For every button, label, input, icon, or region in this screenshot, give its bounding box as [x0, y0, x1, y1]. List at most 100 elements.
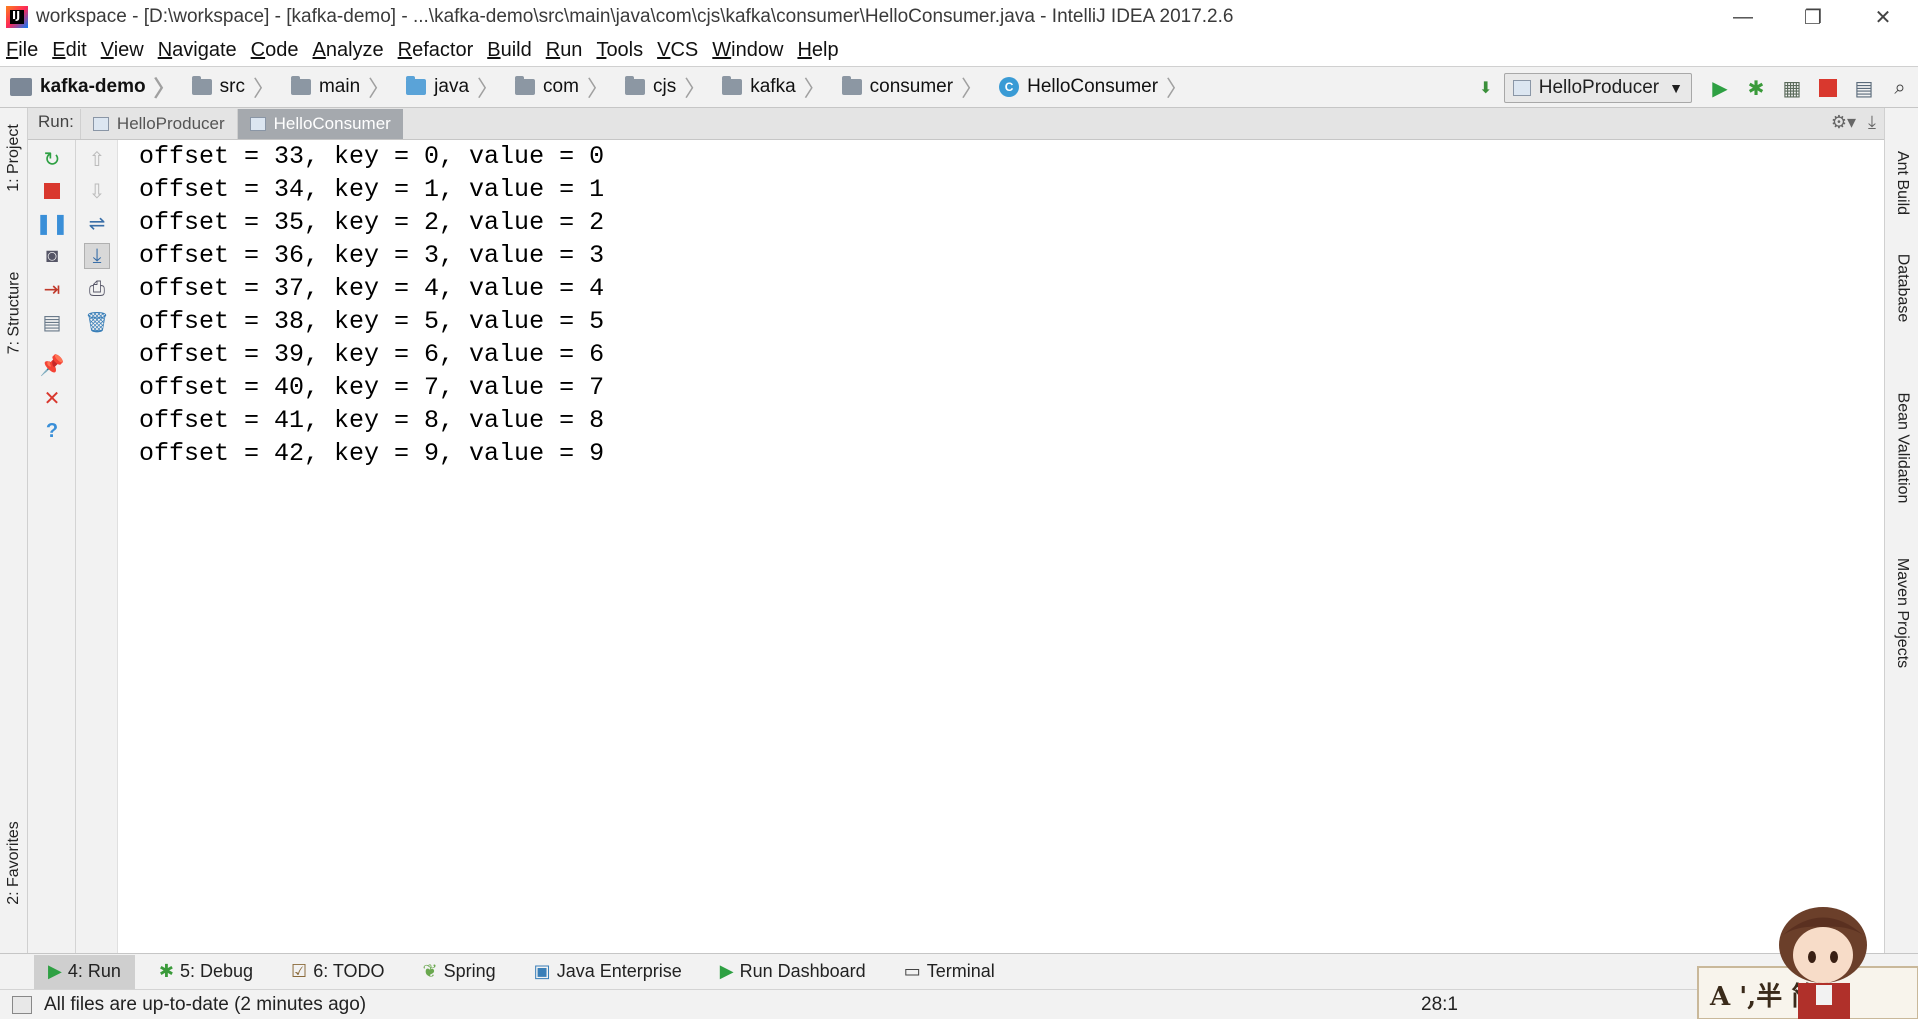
breadcrumb-project[interactable]: kafka-demo 〉 [0, 66, 182, 108]
chevron-right-icon: 〉 [252, 76, 275, 101]
window-controls: — ❐ ✕ [1708, 0, 1918, 34]
menu-analyze[interactable]: Analyze [312, 39, 383, 62]
clear-all-icon[interactable]: 🗑 [84, 309, 110, 335]
menu-refactor[interactable]: Refactor [398, 39, 474, 62]
menu-run[interactable]: Run [546, 39, 583, 62]
close-icon[interactable]: ✕ [39, 385, 65, 411]
breadcrumb-cjs[interactable]: cjs 〉 [615, 66, 712, 108]
run-configuration-select[interactable]: HelloProducer ▼ [1503, 73, 1692, 103]
tab-run[interactable]: ▶ 4: Run [34, 954, 135, 989]
layout-icon[interactable]: ▤ [39, 309, 65, 335]
spring-icon: ❦ [422, 961, 438, 981]
minimize-button[interactable]: — [1708, 0, 1778, 34]
breadcrumb-com[interactable]: com 〉 [505, 66, 615, 108]
chevron-right-icon: 〉 [1166, 76, 1189, 101]
menu-help[interactable]: Help [797, 39, 838, 62]
bean-validation-tool-window-tab[interactable]: Bean Validation [1885, 378, 1918, 518]
run-panel-actions: ⚙▾ ⤓ [1819, 112, 1876, 133]
console-line: offset = 42, key = 9, value = 9 [139, 439, 605, 468]
chevron-right-icon: 〉 [586, 76, 609, 101]
menu-vcs[interactable]: VCS [657, 39, 698, 62]
title-bar: IJ workspace - [D:\workspace] - [kafka-d… [0, 0, 1918, 34]
stop-icon[interactable] [39, 178, 65, 204]
console-output[interactable]: offset = 33, key = 0, value = 0 offset =… [118, 140, 1884, 953]
print-icon[interactable]: ⎙ [84, 276, 110, 302]
breadcrumb-consumer[interactable]: consumer 〉 [832, 66, 989, 108]
breadcrumb-main[interactable]: main 〉 [281, 66, 396, 108]
menu-tools[interactable]: Tools [596, 39, 643, 62]
tab-java-enterprise[interactable]: ▣ Java Enterprise [520, 955, 696, 989]
tab-spring[interactable]: ❦ Spring [409, 955, 510, 989]
chevron-right-icon: 〉 [803, 76, 826, 101]
folder-icon [290, 76, 311, 95]
chevron-right-icon: 〉 [153, 76, 176, 101]
help-icon[interactable]: ? [39, 418, 65, 444]
menu-code[interactable]: Code [251, 39, 299, 62]
pin-icon[interactable]: 📌 [39, 352, 65, 378]
mascot-watermark-image: A ',半 简 [1697, 907, 1918, 1019]
dump-threads-icon[interactable]: ◙ [39, 243, 65, 269]
project-structure-icon[interactable]: ▤ [1848, 72, 1880, 104]
chevron-right-icon: 〉 [961, 76, 984, 101]
tab-terminal[interactable]: ▭ Terminal [890, 955, 1009, 989]
caret-position[interactable]: 28:1 [1421, 994, 1458, 1016]
maven-projects-tool-window-tab[interactable]: Maven Projects [1885, 548, 1918, 678]
run-tab-helloproducer[interactable]: HelloProducer [79, 109, 237, 139]
restore-button[interactable]: ❐ [1778, 0, 1848, 34]
run-panel-label: Run: [38, 112, 74, 131]
make-project-icon[interactable]: ⬇ [1470, 72, 1502, 104]
project-tool-window-tab[interactable]: 1: Project [0, 118, 28, 198]
arrow-down-icon[interactable]: ⇩ [84, 178, 110, 204]
console-actions-toolbar: ⇧ ⇩ ⇌ ⤓ ⎙ 🗑 [76, 140, 118, 953]
debug-icon[interactable]: ✱ [1740, 72, 1772, 104]
soft-wrap-icon[interactable]: ⇌ [84, 210, 110, 236]
status-bar: All files are up-to-date (2 minutes ago)… [0, 989, 1918, 1019]
breadcrumb-kafka[interactable]: kafka 〉 [712, 66, 831, 108]
toggle-tool-windows-icon[interactable] [12, 995, 32, 1014]
structure-tool-window-tab[interactable]: 7: Structure [0, 258, 28, 368]
run-icon[interactable]: ▶ [1704, 72, 1736, 104]
tab-run-dashboard[interactable]: ▶ Run Dashboard [706, 955, 880, 989]
menu-edit[interactable]: Edit [52, 39, 86, 62]
coverage-icon[interactable]: ▦ [1776, 72, 1808, 104]
ant-build-tool-window-tab[interactable]: Ant Build [1885, 138, 1918, 228]
run-dashboard-icon: ▶ [719, 961, 734, 981]
run-config-icon [92, 117, 109, 131]
stop-icon[interactable] [1812, 72, 1844, 104]
run-panel-header: Run: HelloProducer HelloConsumer ⚙▾ ⤓ [28, 108, 1884, 140]
navigation-bar: kafka-demo 〉 src 〉 main 〉 java 〉 com 〉 cjs 〉 k… [0, 66, 1918, 108]
rerun-icon[interactable]: ↻ [39, 146, 65, 172]
right-tool-stripe: Ant Build Database Bean Validation Maven… [1884, 108, 1918, 953]
close-button[interactable]: ✕ [1848, 0, 1918, 34]
console-line: offset = 35, key = 2, value = 2 [139, 208, 605, 237]
pause-icon[interactable]: ❚❚ [35, 210, 69, 236]
exit-icon[interactable]: ⇥ [39, 276, 65, 302]
menu-view[interactable]: View [101, 39, 144, 62]
menu-file[interactable]: File [6, 39, 38, 62]
database-tool-window-tab[interactable]: Database [1885, 238, 1918, 338]
run-actions-toolbar: ↻ ❚❚ ◙ ⇥ ▤ 📌 ✕ ? [28, 140, 76, 953]
run-tab-helloconsumer[interactable]: HelloConsumer [236, 109, 403, 139]
console-line: offset = 34, key = 1, value = 1 [139, 175, 605, 204]
search-icon[interactable]: ⌕ [1884, 72, 1916, 104]
breadcrumb-src[interactable]: src 〉 [182, 66, 281, 108]
menu-window[interactable]: Window [712, 39, 783, 62]
menu-build[interactable]: Build [487, 39, 531, 62]
package-icon [624, 76, 645, 95]
run-config-icon [249, 117, 266, 131]
tab-todo[interactable]: ☑ 6: TODO [277, 955, 399, 989]
debug-icon: ✱ [158, 961, 174, 981]
package-icon [841, 76, 862, 95]
arrow-up-icon[interactable]: ⇧ [84, 146, 110, 172]
favorites-tool-window-tab[interactable]: 2: Favorites [0, 808, 28, 918]
breadcrumb-java[interactable]: java 〉 [396, 66, 505, 108]
run-toolbar: ⬇ HelloProducer ▼ ▶ ✱ ▦ ▤ ⌕ [1468, 67, 1918, 109]
scroll-to-end-icon[interactable]: ⤓ [84, 243, 110, 269]
hide-panel-icon[interactable]: ⤓ [1868, 112, 1876, 133]
tab-debug[interactable]: ✱ 5: Debug [145, 955, 267, 989]
menu-navigate[interactable]: Navigate [158, 39, 237, 62]
chevron-right-icon: 〉 [368, 76, 391, 101]
package-icon [722, 76, 743, 95]
gear-icon[interactable]: ⚙▾ [1831, 112, 1856, 133]
breadcrumb-class[interactable]: C HelloConsumer 〉 [989, 66, 1194, 108]
